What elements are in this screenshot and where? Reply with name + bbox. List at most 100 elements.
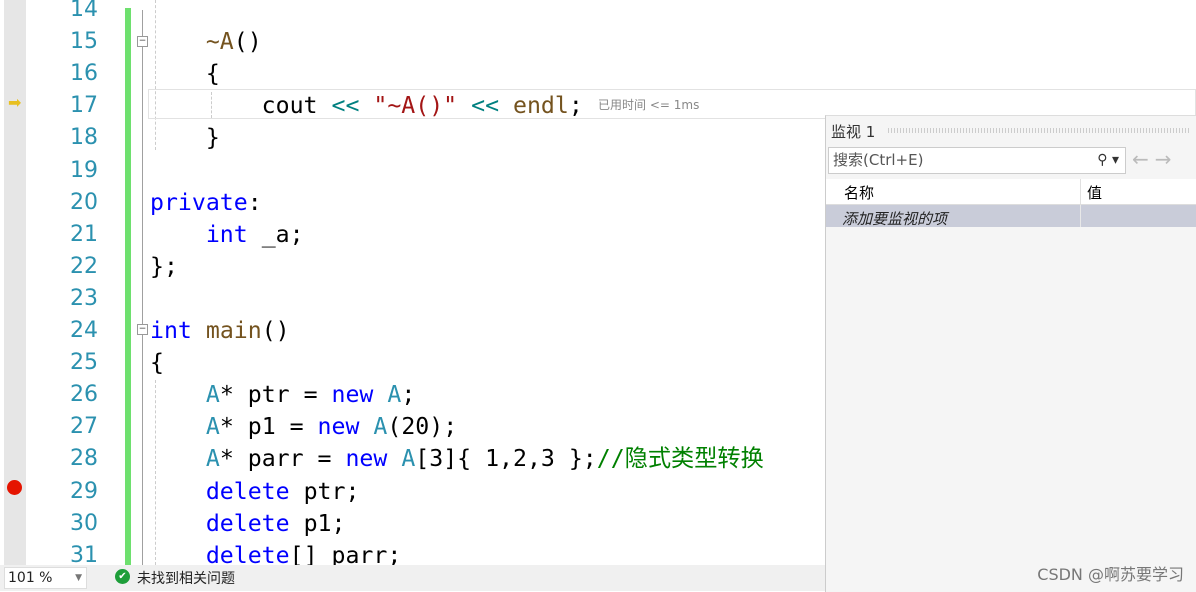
code-token: int [205, 220, 248, 248]
add-watch-item[interactable]: 添加要监视的项 [842, 208, 947, 229]
code-token: delete [205, 541, 290, 565]
instruction-pointer-arrow-icon: ➡ [8, 93, 22, 112]
code-token: int [150, 317, 192, 344]
code-text[interactable]: }; [150, 251, 178, 283]
code-token: * p1 = [219, 413, 318, 441]
line-number: 28 [70, 446, 98, 472]
code-token: new [345, 445, 388, 473]
code-text[interactable]: delete[] parr; [150, 540, 401, 565]
code-token: new [317, 413, 360, 441]
code-token: [] parr; [289, 541, 402, 565]
code-text[interactable]: delete p1; [150, 508, 346, 540]
code-token: p1; [289, 509, 346, 537]
forward-arrow-icon[interactable]: → [1155, 147, 1178, 171]
line-number: 15 [70, 29, 98, 55]
code-text[interactable]: private: [150, 187, 262, 219]
code-token: ; [401, 381, 416, 409]
code-token: () [233, 28, 262, 56]
code-text[interactable]: A* p1 = new A(20); [150, 411, 457, 443]
code-text[interactable]: A* ptr = new A; [150, 379, 415, 411]
code-text[interactable]: { [150, 347, 164, 379]
code-token: : [247, 188, 262, 216]
line-number: 20 [70, 189, 98, 215]
code-token: cout [150, 92, 332, 120]
code-text[interactable]: cout << "~A()" << endl; [150, 90, 583, 122]
line-number: 30 [70, 510, 98, 536]
code-text[interactable]: delete ptr; [150, 476, 360, 508]
code-token: << [471, 92, 500, 120]
search-icon[interactable]: ⚲ ▾ [1097, 148, 1119, 173]
code-token: () [261, 317, 290, 344]
line-number: 25 [70, 350, 98, 376]
code-token: ptr; [289, 477, 360, 505]
code-token: } [150, 124, 220, 152]
code-token: }; [150, 252, 178, 280]
line-number: 22 [70, 253, 98, 279]
code-text[interactable]: A* parr = new A[3]{ 1,2,3 };//隐式类型转换 [150, 443, 764, 475]
code-text[interactable]: int _a; [150, 219, 304, 251]
code-token: new [331, 381, 374, 409]
col-name[interactable]: 名称 [844, 182, 874, 203]
col-value[interactable]: 值 [1087, 182, 1102, 203]
back-arrow-icon[interactable]: ← [1132, 147, 1155, 171]
code-token: delete [205, 477, 290, 505]
line-number: 24 [70, 318, 98, 343]
code-token: (20); [387, 413, 458, 441]
issues-status[interactable]: 未找到相关问题 [137, 568, 235, 588]
code-token: * ptr = [219, 381, 332, 409]
code-text[interactable]: int main() [150, 315, 290, 347]
code-line[interactable]: 16 { [0, 58, 1196, 90]
code-token: A [373, 413, 388, 441]
line-number: 19 [70, 157, 98, 183]
code-token: A [387, 381, 402, 409]
line-number: 17 [70, 93, 98, 119]
code-token: //隐式类型转换 [596, 445, 764, 473]
breakpoint-icon[interactable] [7, 480, 22, 495]
watch-header: 名称 值 [826, 179, 1196, 205]
code-token: A [205, 445, 220, 473]
code-token: A [401, 445, 416, 473]
code-text[interactable]: ~A() [150, 26, 262, 58]
line-number: 14 [70, 0, 98, 22]
code-token: A [205, 413, 220, 441]
code-line[interactable]: 15 ~A() [0, 26, 1196, 58]
watch-title: 监视 1 [831, 123, 876, 141]
line-number: 18 [70, 125, 98, 151]
code-token: "~A()" [373, 92, 458, 120]
code-token: ~A [205, 28, 234, 56]
code-token: A [205, 381, 220, 409]
search-placeholder: 搜索(Ctrl+E) [833, 151, 924, 169]
line-number: 23 [70, 285, 98, 311]
code-token: delete [205, 509, 290, 537]
check-circle-icon: ✔ [115, 569, 130, 584]
code-token: { [150, 349, 164, 377]
zoom-select[interactable]: 101 % ▼ [4, 567, 87, 589]
code-token: * parr = [219, 445, 346, 473]
perf-tip: 已用时间 <= 1ms [598, 98, 700, 112]
code-text[interactable]: } [150, 122, 220, 154]
code-token: private [150, 188, 248, 216]
line-number: 31 [70, 542, 98, 565]
code-text[interactable]: { [150, 58, 220, 90]
panel-drag-grip[interactable] [888, 128, 1189, 133]
code-line[interactable]: 14 [0, 0, 1196, 26]
line-number: 16 [70, 61, 98, 87]
add-watch-row[interactable]: 添加要监视的项 [826, 205, 1196, 229]
chevron-down-icon: ▼ [75, 573, 82, 583]
watermark: CSDN @啊苏要学习 [1037, 565, 1184, 584]
watch-search-input[interactable]: 搜索(Ctrl+E) ⚲ ▾ [828, 147, 1126, 174]
code-token: endl [513, 92, 569, 120]
